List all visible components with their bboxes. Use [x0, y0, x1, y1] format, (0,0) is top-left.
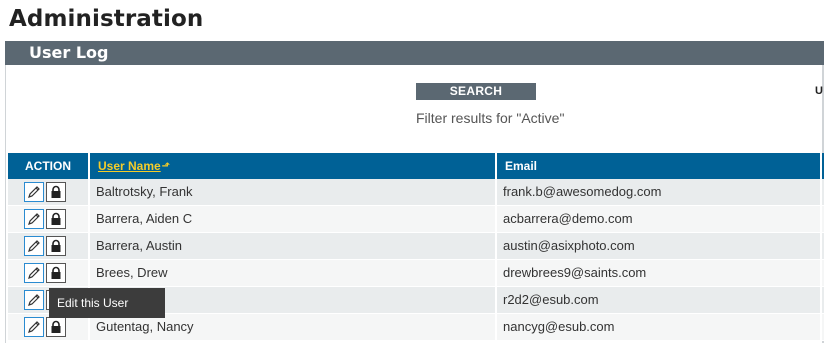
- email-cell: frank.b@awesomedog.com: [497, 179, 822, 205]
- filter-results-text: Filter results for "Active": [416, 110, 565, 126]
- email-cell: nancyg@esub.com: [497, 314, 822, 340]
- lock-icon[interactable]: [46, 317, 66, 337]
- cutoff-label: U: [815, 85, 823, 97]
- email-cell: acbarrera@demo.com: [497, 206, 822, 232]
- email-cell: r2d2@esub.com: [497, 287, 822, 313]
- sort-arrow-icon[interactable]: ⬏: [162, 154, 170, 180]
- pencil-icon[interactable]: [24, 209, 44, 229]
- edit-user-tooltip: Edit this User: [49, 288, 165, 318]
- email-cell: austin@asixphoto.com: [497, 233, 822, 259]
- action-cell: [8, 233, 90, 259]
- email-cell: drewbrees9@saints.com: [497, 260, 822, 286]
- search-button[interactable]: SEARCH: [416, 83, 536, 100]
- lock-icon[interactable]: [46, 236, 66, 256]
- pencil-icon[interactable]: [24, 236, 44, 256]
- panel-left-border: [5, 65, 6, 343]
- table-row: Gutentag, Nancy nancyg@esub.com: [8, 314, 824, 341]
- sort-username-link[interactable]: User Name: [98, 159, 161, 173]
- action-cell: [8, 206, 90, 232]
- username-cell: Baltrotsky, Frank: [90, 179, 497, 205]
- pencil-icon[interactable]: [24, 263, 44, 283]
- action-cell: [8, 260, 90, 286]
- lock-icon[interactable]: [46, 209, 66, 229]
- pencil-icon[interactable]: [24, 182, 44, 202]
- column-header-action: ACTION: [8, 153, 90, 179]
- table-row: Brees, Drew drewbrees9@saints.com: [8, 260, 824, 287]
- action-cell: [8, 179, 90, 205]
- table-row: Barrera, Aiden C acbarrera@demo.com: [8, 206, 824, 233]
- pencil-icon[interactable]: [24, 290, 44, 310]
- section-header-bar: User Log: [5, 41, 824, 65]
- section-title: User Log: [29, 43, 109, 62]
- username-cell: Brees, Drew: [90, 260, 497, 286]
- pencil-icon[interactable]: [24, 317, 44, 337]
- page-title: Administration: [9, 6, 204, 32]
- username-cell: Barrera, Austin: [90, 233, 497, 259]
- lock-icon[interactable]: [46, 263, 66, 283]
- column-header-email: Email: [497, 153, 822, 179]
- table-row: Barrera, Austin austin@asixphoto.com: [8, 233, 824, 260]
- username-cell: Barrera, Aiden C: [90, 206, 497, 232]
- lock-icon[interactable]: [46, 182, 66, 202]
- column-header-username[interactable]: User Name⬏: [90, 153, 497, 179]
- table-row: Baltrotsky, Frank frank.b@awesomedog.com: [8, 179, 824, 206]
- table-header: ACTION User Name⬏ Email: [8, 153, 824, 179]
